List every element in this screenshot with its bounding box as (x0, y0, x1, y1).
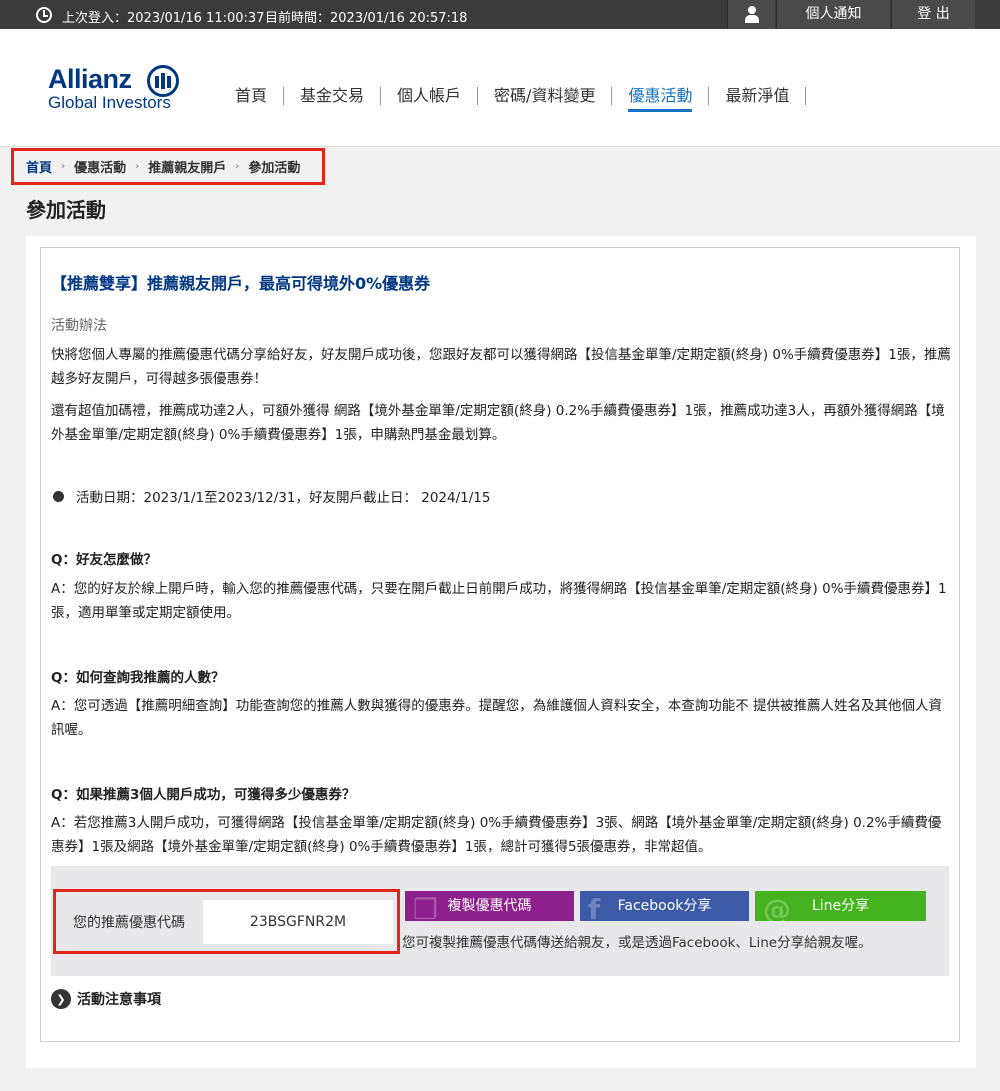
campaign-dates-text: 活動日期：2023/1/1至2023/12/31，好友開戶截止日： 2024/1… (76, 490, 491, 506)
nav-promotions[interactable]: 優惠活動 (612, 87, 710, 112)
copy-icon: ❐ (413, 893, 439, 922)
referral-code-value[interactable]: 23BSGFNR2M (203, 899, 393, 944)
faq-answer: A：您可透過【推薦明細查詢】功能查詢您的推薦人數與獲得的優惠券。提醒您，為維護個… (51, 698, 943, 738)
breadcrumb: 首頁 › 優惠活動 › 推薦親友開戶 › 參加活動 (11, 148, 325, 185)
nav-personal-account[interactable]: 個人帳戶 (381, 87, 479, 105)
site-header: Allianz Global Investors 首頁 基金交易 個人帳戶 密碼… (0, 29, 1000, 147)
campaign-description: 快將您個人專屬的推薦優惠代碼分享給好友，好友開戶成功後，您跟好友都可以獲得網路【… (51, 347, 951, 387)
user-icon (745, 6, 759, 23)
campaign-bonus: 還有超值加碼禮，推薦成功達2人，可額外獲得 網路【境外基金單筆/定期定額(終身)… (51, 403, 945, 443)
logo-subtitle: Global Investors (48, 93, 171, 112)
facebook-share-label: Facebook分享 (617, 898, 712, 914)
faq-answer: A：若您推薦3人開戶成功，可獲得網路【投信基金單筆/定期定額(終身) 0%手續費… (51, 815, 942, 855)
breadcrumb-promotions[interactable]: 優惠活動 (74, 157, 126, 176)
faq-question: Q：如果推薦3個人開戶成功，可獲得多少優惠券？ (51, 787, 356, 803)
line-icon: @ (763, 893, 791, 922)
allianz-logo[interactable]: Allianz Global Investors (48, 64, 179, 113)
facebook-share-button[interactable]: f Facebook分享 (580, 891, 749, 921)
current-time-text: 目前時間：2023/01/16 20:57:18 (265, 11, 468, 26)
bullet-icon (53, 490, 64, 502)
chevron-right-circle-icon: ❯ (51, 989, 71, 1009)
line-share-button[interactable]: @ Line分享 (755, 891, 926, 921)
nav-password-settings[interactable]: 密碼/資料變更 (478, 87, 613, 105)
faq-answer: A：您的好友於線上開戶時，輸入您的推薦優惠代碼，只要在開戶截止日前開戶成功，將獲… (51, 581, 947, 621)
breadcrumb-home[interactable]: 首頁 (26, 157, 52, 176)
faq-question: Q：好友怎麼做？ (51, 552, 157, 568)
logout-button[interactable]: 登 出 (891, 0, 975, 29)
main-nav: 首頁 基金交易 個人帳戶 密碼/資料變更 優惠活動 最新淨值 (219, 87, 807, 112)
share-hint: 您可複製推薦優惠代碼傳送給親友，或是透過Facebook、Line分享給親友喔。 (402, 935, 872, 951)
referral-code-box: 您的推薦優惠代碼 23BSGFNR2M (53, 889, 400, 954)
referral-code-label: 您的推薦優惠代碼 (73, 914, 185, 931)
facebook-icon: f (588, 893, 601, 922)
copy-code-label: 複製優惠代碼 (447, 898, 532, 914)
chevron-right-icon: › (235, 161, 240, 172)
faq-question: Q：如何查詢我推薦的人數？ (51, 670, 225, 686)
chevron-right-icon: › (61, 161, 66, 172)
clock-icon (36, 7, 52, 23)
page-title: 參加活動 (26, 198, 106, 222)
copy-code-button[interactable]: ❐ 複製優惠代碼 (405, 891, 574, 921)
campaign-notice-link[interactable]: ❯ 活動注意事項 (51, 989, 161, 1009)
nav-fund-trading[interactable]: 基金交易 (284, 87, 382, 105)
nav-latest-nav[interactable]: 最新淨值 (709, 87, 807, 105)
breadcrumb-referral[interactable]: 推薦親友開戶 (148, 157, 226, 176)
chevron-right-icon: › (135, 161, 140, 172)
top-bar: 上次登入：2023/01/16 11:00:37 目前時間：2023/01/16… (0, 0, 1000, 29)
section-label: 活動辦法 (51, 318, 107, 334)
breadcrumb-current: 參加活動 (248, 161, 301, 176)
campaign-notice-label: 活動注意事項 (77, 992, 161, 1008)
user-button[interactable] (727, 0, 775, 29)
line-share-label: Line分享 (811, 898, 870, 914)
allianz-eagle-icon (147, 65, 179, 97)
campaign-dates: 活動日期：2023/1/1至2023/12/31，好友開戶截止日： 2024/1… (53, 486, 490, 506)
notifications-button[interactable]: 個人通知 (776, 0, 890, 29)
campaign-title: 【推薦雙享】推薦親友開戶，最高可得境外0%優惠券 (51, 274, 431, 293)
nav-home[interactable]: 首頁 (219, 87, 285, 105)
last-login-text: 上次登入：2023/01/16 11:00:37 (62, 11, 265, 26)
